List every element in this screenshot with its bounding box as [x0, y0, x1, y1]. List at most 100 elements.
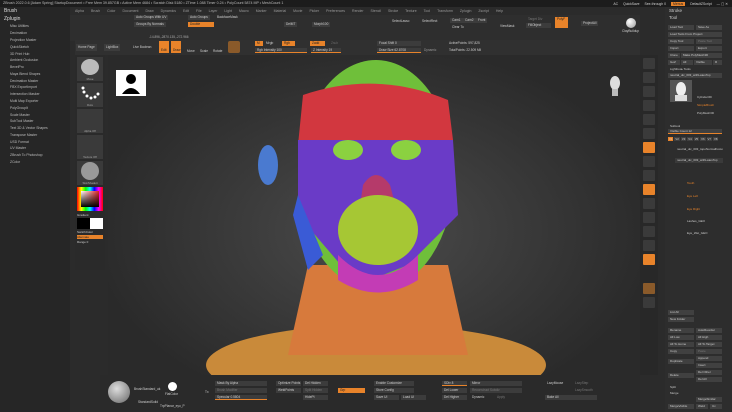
- zoom-icon[interactable]: [643, 100, 655, 111]
- merge-similar-button[interactable]: MergeSimilar: [696, 397, 722, 402]
- list-all-button[interactable]: List All: [668, 310, 694, 315]
- brush-modifier-slider[interactable]: Brush Modifier: [215, 388, 267, 393]
- sdiv-slider[interactable]: SDiv 8: [442, 381, 467, 386]
- cam1-button[interactable]: Cam1: [450, 18, 463, 23]
- weld-button[interactable]: Weld: [696, 404, 708, 409]
- store-config-button[interactable]: Store Config: [374, 388, 414, 393]
- del-lower-button[interactable]: Del Lower: [442, 388, 467, 393]
- subtool-visibility-set[interactable]: V7: [706, 137, 712, 141]
- project-all-button[interactable]: ProjectAll: [581, 21, 599, 26]
- subtool-visibility-set[interactable]: V2: [674, 137, 680, 141]
- split-section[interactable]: Split: [668, 385, 678, 390]
- cylinder3d-tool[interactable]: Cylinder3D: [695, 95, 722, 100]
- grp-button[interactable]: Grp: [338, 388, 365, 393]
- import-button[interactable]: Import: [668, 46, 694, 51]
- aahalf-icon[interactable]: [643, 128, 655, 139]
- subtool-item[interactable]: Lashes_GEO: [685, 219, 707, 224]
- edit-button[interactable]: Edit: [159, 41, 169, 53]
- navigation-head-gizmo[interactable]: [608, 75, 622, 97]
- clear-to-button[interactable]: Clear To: [450, 25, 466, 30]
- plugin-item[interactable]: QuickSketch: [0, 43, 70, 50]
- subtool-visibility-set[interactable]: V4: [687, 137, 693, 141]
- menu-edit[interactable]: Edit: [183, 8, 189, 15]
- menu-brush[interactable]: Brush: [91, 8, 100, 15]
- brush-palette-header[interactable]: Brush: [0, 7, 70, 15]
- optimize-points-button[interactable]: Optimize Points: [276, 381, 301, 386]
- subtool-folder[interactable]: Eye Right: [685, 207, 702, 212]
- menu-texture[interactable]: Texture: [405, 8, 416, 15]
- plugin-item[interactable]: Misc Utilities: [0, 23, 70, 30]
- auto-groups-button[interactable]: Auto Groups: [188, 15, 210, 20]
- visible-button[interactable]: Visible: [694, 60, 712, 65]
- plugin-item[interactable]: FBX ExportImport: [0, 84, 70, 91]
- scroll-icon[interactable]: [643, 86, 655, 97]
- enable-customize-button[interactable]: Enable Customize: [374, 381, 414, 386]
- double-button[interactable]: Double: [188, 22, 214, 27]
- plugin-item[interactable]: Multi Map Exporter: [0, 98, 70, 105]
- local-icon[interactable]: [643, 170, 655, 181]
- polymesh3d-tool[interactable]: PolyMesh3D: [695, 111, 722, 116]
- make-polymesh-button[interactable]: Make PolyMesh3D: [681, 53, 722, 58]
- visible-count-slider[interactable]: Visible Count 12: [668, 129, 722, 134]
- menu-macro[interactable]: Macro: [239, 8, 249, 15]
- transp-icon[interactable]: [643, 254, 655, 265]
- rgb-intensity-slider[interactable]: Rgb Intensity 100: [255, 48, 307, 53]
- morph100-button[interactable]: Morph100: [312, 22, 331, 27]
- subtool-item[interactable]: neutral_ulc_003_topoNormalFocus: [675, 147, 723, 152]
- subtool-visibility-set[interactable]: V6: [700, 137, 706, 141]
- rename-button[interactable]: Rename: [668, 328, 694, 333]
- append-button[interactable]: Append: [696, 356, 722, 361]
- color-swatches[interactable]: [77, 218, 103, 229]
- menu-alpha[interactable]: Alpha: [75, 8, 84, 15]
- hidept-button[interactable]: HidePt: [303, 395, 328, 400]
- menu-render[interactable]: Render: [352, 8, 363, 15]
- plugin-item[interactable]: ZBrush To Photoshop: [0, 152, 70, 159]
- m-button[interactable]: M: [255, 41, 263, 46]
- simplebrush-tool[interactable]: SimpleBrush: [695, 103, 722, 108]
- brush-standard-label[interactable]: BrushStandard_uk: [132, 387, 162, 392]
- viewmask-button[interactable]: ViewMask: [498, 24, 516, 29]
- autoreorder-button[interactable]: AutoReorder: [696, 328, 722, 333]
- bpr-icon[interactable]: [643, 58, 655, 69]
- subtool-visibility-set[interactable]: V5: [693, 137, 700, 141]
- menu-zplugin[interactable]: Zplugin: [460, 8, 471, 15]
- quicksave-button[interactable]: QuickSave: [623, 2, 639, 6]
- see-through-slider[interactable]: See-through 0: [645, 2, 667, 6]
- plugin-item[interactable]: Decimation: [0, 30, 70, 37]
- plugin-item[interactable]: Text 3D & Vector Shapes: [0, 125, 70, 132]
- lazysmooth-slider[interactable]: LazySmooth: [573, 388, 595, 393]
- lightbox-tools-button[interactable]: Lightbox▸ Tools: [668, 67, 722, 72]
- menu-dynamics[interactable]: Dynamics: [161, 8, 176, 15]
- lightbox-button[interactable]: LightBox: [104, 44, 121, 51]
- menu-help[interactable]: Help: [496, 8, 503, 15]
- xyz-icon[interactable]: [643, 198, 655, 209]
- plugin-item[interactable]: ZColor: [0, 159, 70, 166]
- split-hidden-button[interactable]: Split Hidden: [303, 388, 328, 393]
- canvas-viewport[interactable]: [108, 55, 640, 375]
- mrgb-button[interactable]: Mrgb: [264, 41, 275, 46]
- subtool-item[interactable]: neutral_ulc_003_withLatesTop: [675, 158, 723, 163]
- all-to-home-button[interactable]: All To Home: [668, 342, 694, 347]
- z-intensity-slider[interactable]: Z Intensity 19: [311, 48, 341, 53]
- lazystep-slider[interactable]: LazyStep: [573, 381, 590, 386]
- merge-section[interactable]: Merge: [668, 391, 681, 396]
- solo-icon[interactable]: [643, 297, 655, 308]
- plugin-item[interactable]: Projection Master: [0, 37, 70, 44]
- actual-icon[interactable]: [643, 114, 655, 125]
- stroke-thumbnail[interactable]: Dots: [77, 83, 103, 107]
- menu-stencil[interactable]: Stencil: [371, 8, 382, 15]
- dynamic-subdiv-button[interactable]: Dynamic: [470, 395, 486, 400]
- delete-button[interactable]: Delete: [668, 373, 694, 378]
- material-sphere-icon[interactable]: [108, 381, 130, 403]
- plugin-item[interactable]: USD Format: [0, 138, 70, 145]
- color-picker[interactable]: [77, 187, 103, 211]
- texture-thumbnail[interactable]: Texture Off: [77, 135, 103, 159]
- subtool-folder[interactable]: Tooth: [685, 181, 696, 186]
- all-high-button[interactable]: All High: [696, 335, 722, 340]
- lsym-icon[interactable]: [643, 184, 655, 195]
- menu-layer[interactable]: Layer: [209, 8, 218, 15]
- claybuildup-brush-icon[interactable]: [626, 18, 636, 28]
- focal-shift-slider[interactable]: Focal Shift 0: [377, 41, 421, 46]
- save-ui-button[interactable]: Save UI: [374, 395, 399, 400]
- plugin-item[interactable]: Scale Master: [0, 111, 70, 118]
